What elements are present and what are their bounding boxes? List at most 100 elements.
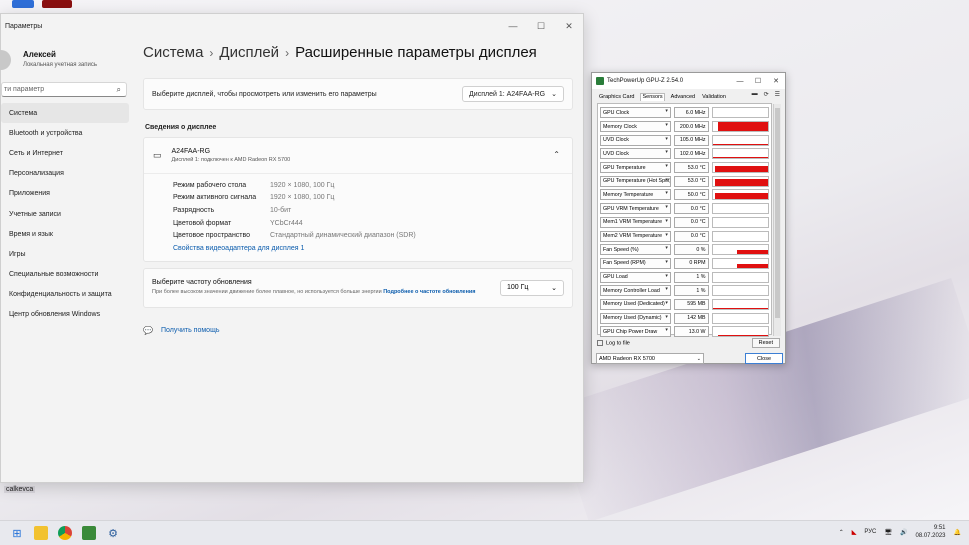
sensor-row: Fan Speed (%) ▾ 0 % bbox=[600, 243, 769, 257]
sensor-name[interactable]: Fan Speed (RPM) ▾ bbox=[600, 257, 671, 269]
maximize-button[interactable]: ☐ bbox=[749, 77, 767, 85]
tab-validation[interactable]: Validation bbox=[701, 94, 727, 101]
sidebar-item-privacy[interactable]: Конфиденциальность и защита bbox=[1, 285, 129, 305]
prop-row: Свойства видеоадаптера для дисплея 1 bbox=[173, 242, 572, 255]
sensor-name-label: GPU Clock bbox=[603, 109, 630, 116]
window-title: Параметры bbox=[5, 22, 43, 30]
sensor-name[interactable]: GPU Temperature (Hot Spot) ▾ bbox=[600, 175, 671, 187]
breadcrumb-system[interactable]: Система bbox=[143, 44, 203, 61]
user-profile[interactable]: Алексей Локальная учетная запись bbox=[0, 38, 129, 70]
chevron-down-icon: ▾ bbox=[665, 217, 668, 224]
prop-row: Режим рабочего стола 1920 × 1080, 100 Гц bbox=[173, 179, 572, 192]
sensor-name[interactable]: GPU Clock ▾ bbox=[600, 107, 671, 119]
sensor-name[interactable]: Fan Speed (%) ▾ bbox=[600, 244, 671, 256]
settings-taskbar-icon[interactable]: ⚙ bbox=[106, 526, 120, 540]
prop-value: 10-бит bbox=[270, 206, 292, 214]
gpuz-taskbar-icon[interactable] bbox=[82, 526, 96, 540]
sensor-row: Mem2 VRM Temperature ▾ 0.0 °C bbox=[600, 229, 769, 243]
breadcrumb-display[interactable]: Дисплей bbox=[219, 44, 279, 61]
clock-time: 9:51 bbox=[933, 525, 946, 531]
network-icon[interactable]: 🖥 bbox=[884, 529, 892, 536]
sensor-name[interactable]: Mem2 VRM Temperature ▾ bbox=[600, 230, 671, 242]
menu-icon[interactable]: ☰ bbox=[774, 91, 781, 99]
tab-sensors[interactable]: Sensors bbox=[640, 93, 665, 101]
refresh-rate-dropdown[interactable]: 100 Гц ⌄ bbox=[500, 279, 564, 296]
tab-graphics-card[interactable]: Graphics Card bbox=[598, 94, 635, 101]
sensor-name-label: GPU Load bbox=[603, 274, 628, 281]
file-explorer-icon[interactable] bbox=[34, 526, 48, 540]
language-indicator[interactable]: РУС bbox=[864, 529, 876, 535]
refresh-rate-link[interactable]: Подробнее о частоте обновления bbox=[383, 289, 475, 295]
sidebar: Алексей Локальная учетная запись ти пара… bbox=[0, 38, 129, 482]
adapter-properties-link[interactable]: Свойства видеоадаптера для дисплея 1 bbox=[173, 245, 304, 252]
tab-advanced[interactable]: Advanced bbox=[670, 94, 696, 101]
sensor-name[interactable]: Memory Used (Dynamic) ▾ bbox=[600, 312, 671, 324]
chevron-up-icon[interactable]: ⌃ bbox=[553, 150, 560, 159]
prop-key: Разрядность bbox=[173, 206, 215, 214]
adapter-select[interactable]: AMD Radeon RX 5700 ⌄ bbox=[596, 353, 704, 364]
volume-icon[interactable]: 🔊 bbox=[900, 529, 907, 536]
clock[interactable]: 9:51 08.07.2023 bbox=[915, 524, 945, 540]
sidebar-item-apps[interactable]: Приложения bbox=[1, 184, 129, 204]
sensor-name[interactable]: UVD Clock ▾ bbox=[600, 134, 671, 146]
display-dropdown[interactable]: Дисплей 1: A24FAA-RG ⌄ bbox=[462, 86, 564, 102]
sensor-name[interactable]: Memory Used (Dedicated) ▾ bbox=[600, 298, 671, 310]
scrollbar-thumb[interactable] bbox=[775, 108, 780, 318]
camera-icon[interactable]: ▬ bbox=[751, 91, 759, 99]
sensor-name[interactable]: GPU Temperature ▾ bbox=[600, 162, 671, 174]
sensor-value: 142 MB bbox=[673, 312, 709, 324]
sidebar-item-accessibility[interactable]: Специальные возможности bbox=[1, 265, 129, 285]
sensor-name[interactable]: Memory Temperature ▾ bbox=[600, 189, 671, 201]
sensor-name[interactable]: GPU Chip Power Draw ▾ bbox=[600, 326, 671, 338]
sensor-name[interactable]: GPU VRM Temperature ▾ bbox=[600, 203, 671, 215]
reset-button[interactable]: Reset bbox=[751, 338, 780, 348]
sensor-name[interactable]: GPU Load ▾ bbox=[600, 271, 671, 283]
sidebar-item-personalization[interactable]: Персонализация bbox=[1, 164, 129, 184]
notifications-icon[interactable]: 🔔 bbox=[954, 529, 961, 536]
refresh-icon[interactable]: ⟳ bbox=[763, 91, 770, 99]
sidebar-item-network[interactable]: Сеть и Интернет bbox=[1, 143, 129, 163]
gpuz-close-button[interactable]: Close bbox=[745, 353, 783, 364]
log-to-file-checkbox[interactable]: Log to file bbox=[597, 339, 630, 346]
sensor-name[interactable]: Mem1 VRM Temperature ▾ bbox=[600, 216, 671, 228]
desktop-icon[interactable] bbox=[42, 0, 72, 8]
sensor-graph bbox=[711, 312, 769, 324]
maximize-button[interactable]: ☐ bbox=[527, 21, 555, 32]
sidebar-item-windows-update[interactable]: Центр обновления Windows bbox=[1, 305, 129, 325]
sensor-name-label: Fan Speed (RPM) bbox=[603, 260, 646, 267]
chevron-down-icon: ▾ bbox=[665, 258, 668, 265]
monitor-header[interactable]: ▭ A24FAA-RG Дисплей 1: подключен к AMD R… bbox=[144, 138, 572, 173]
amd-icon[interactable]: ◣ bbox=[852, 529, 857, 536]
close-button[interactable]: ✕ bbox=[555, 21, 583, 32]
sidebar-item-system[interactable]: Система bbox=[1, 103, 129, 124]
minimize-button[interactable]: — bbox=[499, 21, 527, 32]
chevron-down-icon: ▾ bbox=[665, 149, 668, 156]
scrollbar[interactable] bbox=[773, 104, 781, 336]
sensor-name[interactable]: UVD Clock ▾ bbox=[600, 148, 671, 160]
sidebar-item-accounts[interactable]: Учетные записи bbox=[1, 204, 129, 224]
chrome-icon[interactable] bbox=[58, 526, 72, 540]
sensor-row: Mem1 VRM Temperature ▾ 0.0 °C bbox=[600, 216, 769, 230]
sensor-graph bbox=[711, 148, 769, 160]
select-display-card: Выберите дисплей, чтобы просмотреть или … bbox=[143, 78, 573, 110]
chevron-down-icon: ▾ bbox=[665, 108, 668, 115]
sensor-graph bbox=[711, 189, 769, 201]
system-tray: ⌃ ◣ РУС 🖥 🔊 9:51 08.07.2023 🔔 bbox=[839, 524, 961, 540]
search-input[interactable]: ти параметр ⌕ bbox=[1, 82, 127, 97]
get-help[interactable]: 💬 Получить помощь bbox=[143, 326, 573, 335]
get-help-link[interactable]: Получить помощь bbox=[161, 327, 220, 334]
breadcrumb: Система › Дисплей › Расширенные параметры ди… bbox=[143, 44, 573, 64]
close-button[interactable]: ✕ bbox=[767, 77, 785, 85]
desktop-icon[interactable] bbox=[12, 0, 34, 8]
sensor-name[interactable]: Memory Controller Load ▾ bbox=[600, 285, 671, 297]
minimize-button[interactable]: — bbox=[731, 78, 749, 85]
chevron-up-icon[interactable]: ⌃ bbox=[839, 529, 844, 536]
sidebar-item-time-language[interactable]: Время и язык bbox=[1, 224, 129, 244]
sensor-name[interactable]: Memory Clock ▾ bbox=[600, 121, 671, 133]
sensor-value: 0 % bbox=[673, 244, 709, 256]
sidebar-item-bluetooth[interactable]: Bluetooth и устройства bbox=[1, 123, 129, 143]
sensor-value: 6.0 MHz bbox=[673, 107, 709, 119]
start-icon[interactable]: ⊞ bbox=[10, 526, 24, 540]
sensor-value: 595 MB bbox=[673, 298, 709, 310]
sidebar-item-gaming[interactable]: Игры bbox=[1, 244, 129, 264]
